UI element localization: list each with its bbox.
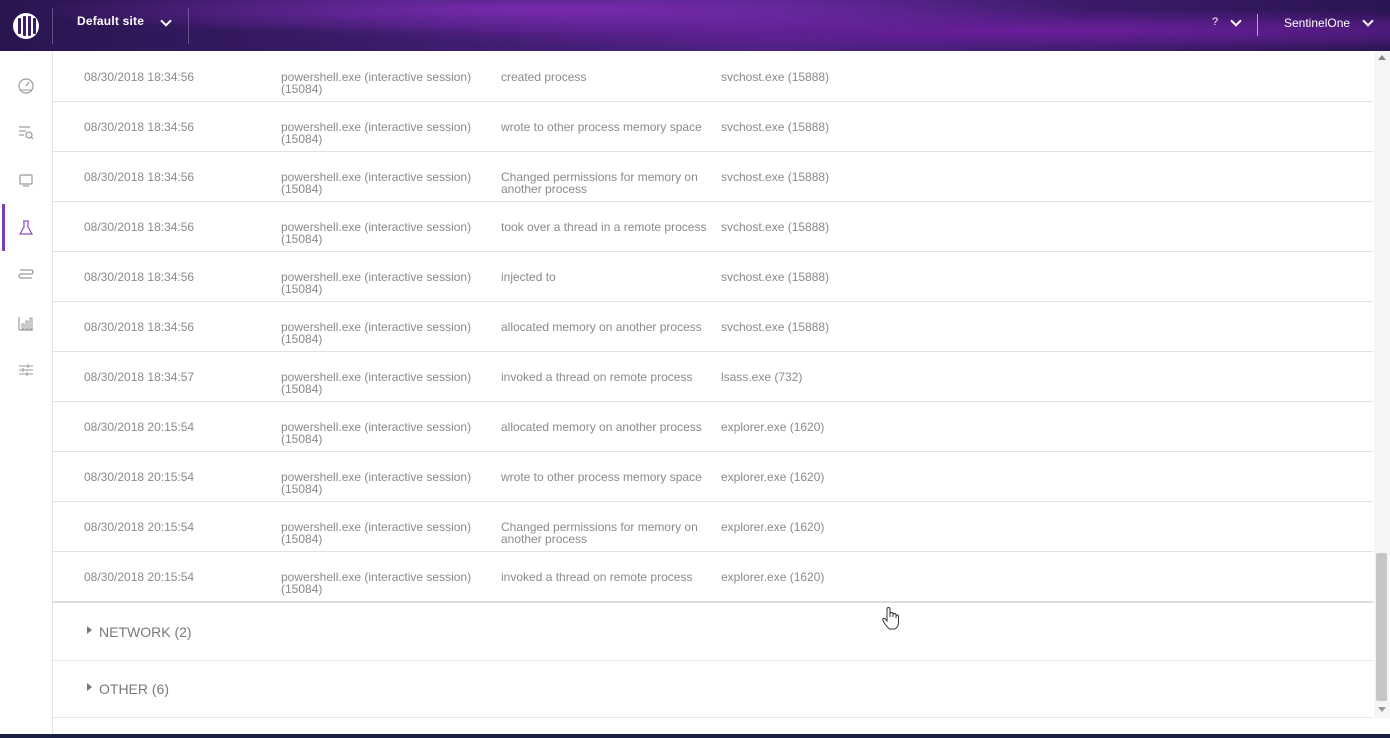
event-target: svchost.exe (15888) bbox=[721, 120, 830, 134]
caret-right-icon bbox=[87, 683, 92, 691]
event-source: powershell.exe (interactive session) (15… bbox=[281, 420, 472, 446]
scroll-down-arrow-icon[interactable] bbox=[1378, 707, 1386, 712]
event-source: powershell.exe (interactive session) (15… bbox=[281, 570, 472, 596]
event-target: explorer.exe (1620) bbox=[721, 570, 825, 584]
event-action: created process bbox=[501, 70, 587, 84]
table-row[interactable]: 08/30/2018 18:34:56 powershell.exe (inte… bbox=[53, 251, 1373, 302]
table-row[interactable]: 08/30/2018 18:34:56 powershell.exe (inte… bbox=[53, 51, 1373, 102]
sidebar bbox=[0, 51, 53, 738]
event-time: 08/30/2018 18:34:56 bbox=[84, 170, 195, 184]
event-time: 08/30/2018 18:34:56 bbox=[84, 270, 195, 284]
table-row[interactable]: 08/30/2018 20:15:54 powershell.exe (inte… bbox=[53, 451, 1373, 502]
table-row[interactable]: 08/30/2018 18:34:56 powershell.exe (inte… bbox=[53, 201, 1373, 252]
scrollbar-thumb[interactable] bbox=[1376, 553, 1387, 701]
window-bottom-border bbox=[0, 734, 1390, 738]
top-bar: Default site ? SentinelOne bbox=[0, 0, 1390, 51]
network-section-toggle[interactable]: NETWORK (2) bbox=[53, 604, 1373, 661]
table-row[interactable]: 08/30/2018 20:15:54 powershell.exe (inte… bbox=[53, 501, 1373, 552]
event-source: powershell.exe (interactive session) (15… bbox=[281, 220, 472, 246]
event-source: powershell.exe (interactive session) (15… bbox=[281, 320, 472, 346]
active-indicator bbox=[2, 204, 5, 251]
table-row[interactable]: 08/30/2018 18:34:56 powershell.exe (inte… bbox=[53, 101, 1373, 152]
lab-flask-icon[interactable] bbox=[16, 218, 36, 238]
chevron-down-icon[interactable] bbox=[1362, 15, 1374, 28]
help-menu-label[interactable]: ? bbox=[1212, 16, 1218, 28]
event-time: 08/30/2018 20:15:54 bbox=[84, 570, 195, 584]
table-row[interactable]: 08/30/2018 18:34:56 powershell.exe (inte… bbox=[53, 301, 1373, 352]
event-time: 08/30/2018 18:34:56 bbox=[84, 320, 195, 334]
section-label: OTHER (6) bbox=[99, 681, 169, 697]
section-label: NETWORK (2) bbox=[99, 624, 192, 640]
event-source: powershell.exe (interactive session) (15… bbox=[281, 120, 472, 146]
event-action: allocated memory on another process bbox=[501, 420, 702, 434]
event-action: Changed permissions for memory on anothe… bbox=[501, 520, 698, 546]
vertical-scrollbar[interactable] bbox=[1374, 51, 1390, 718]
event-time: 08/30/2018 20:15:54 bbox=[84, 520, 195, 534]
event-target: svchost.exe (15888) bbox=[721, 220, 830, 234]
sentinelone-logo[interactable] bbox=[0, 0, 52, 51]
table-row[interactable]: 08/30/2018 20:15:54 powershell.exe (inte… bbox=[53, 551, 1373, 603]
event-action: invoked a thread on remote process bbox=[501, 370, 693, 384]
routes-icon[interactable] bbox=[16, 265, 36, 285]
threat-search-icon[interactable] bbox=[16, 122, 36, 142]
other-section-toggle[interactable]: OTHER (6) bbox=[53, 661, 1373, 718]
event-action: invoked a thread on remote process bbox=[501, 570, 693, 584]
event-target: explorer.exe (1620) bbox=[721, 470, 825, 484]
event-source: powershell.exe (interactive session) (15… bbox=[281, 470, 472, 496]
caret-right-icon bbox=[87, 626, 92, 634]
event-source: powershell.exe (interactive session) (15… bbox=[281, 70, 472, 96]
event-action: wrote to other process memory space bbox=[501, 120, 702, 134]
event-action: injected to bbox=[501, 270, 556, 284]
event-target: lsass.exe (732) bbox=[721, 370, 803, 384]
event-time: 08/30/2018 18:34:56 bbox=[84, 70, 195, 84]
reports-chart-icon[interactable] bbox=[16, 313, 36, 333]
site-selector-label[interactable]: Default site bbox=[77, 14, 144, 28]
settings-sliders-icon[interactable] bbox=[16, 360, 36, 380]
event-target: svchost.exe (15888) bbox=[721, 320, 830, 334]
logo-icon bbox=[13, 12, 39, 39]
event-source: powershell.exe (interactive session) (15… bbox=[281, 270, 472, 296]
table-row[interactable]: 08/30/2018 20:15:54 powershell.exe (inte… bbox=[53, 401, 1373, 452]
divider bbox=[188, 8, 189, 44]
table-row[interactable]: 08/30/2018 18:34:56 powershell.exe (inte… bbox=[53, 151, 1373, 202]
chevron-down-icon[interactable] bbox=[160, 15, 172, 28]
event-source: powershell.exe (interactive session) (15… bbox=[281, 170, 472, 196]
events-table: 08/30/2018 18:34:56 powershell.exe (inte… bbox=[53, 51, 1373, 738]
event-time: 08/30/2018 20:15:54 bbox=[84, 470, 195, 484]
event-time: 08/30/2018 18:34:56 bbox=[84, 120, 195, 134]
event-target: svchost.exe (15888) bbox=[721, 70, 830, 84]
user-menu-label[interactable]: SentinelOne bbox=[1284, 16, 1350, 30]
event-target: svchost.exe (15888) bbox=[721, 170, 830, 184]
event-target: explorer.exe (1620) bbox=[721, 520, 825, 534]
dashboard-icon[interactable] bbox=[16, 75, 36, 95]
table-row[interactable]: 08/30/2018 18:34:57 powershell.exe (inte… bbox=[53, 351, 1373, 402]
event-action: Changed permissions for memory on anothe… bbox=[501, 170, 698, 196]
event-time: 08/30/2018 18:34:57 bbox=[84, 370, 195, 384]
event-source: powershell.exe (interactive session) (15… bbox=[281, 370, 472, 396]
event-time: 08/30/2018 20:15:54 bbox=[84, 420, 195, 434]
event-action: allocated memory on another process bbox=[501, 320, 702, 334]
divider bbox=[52, 8, 53, 44]
event-time: 08/30/2018 18:34:56 bbox=[84, 220, 195, 234]
divider bbox=[1257, 14, 1258, 36]
event-action: wrote to other process memory space bbox=[501, 470, 702, 484]
event-action: took over a thread in a remote process bbox=[501, 220, 707, 234]
event-target: explorer.exe (1620) bbox=[721, 420, 825, 434]
endpoints-icon[interactable] bbox=[16, 170, 36, 190]
event-target: svchost.exe (15888) bbox=[721, 270, 830, 284]
hand-cursor-icon bbox=[880, 606, 902, 632]
scroll-up-arrow-icon[interactable] bbox=[1378, 55, 1386, 60]
chevron-down-icon[interactable] bbox=[1230, 15, 1242, 28]
event-source: powershell.exe (interactive session) (15… bbox=[281, 520, 472, 546]
